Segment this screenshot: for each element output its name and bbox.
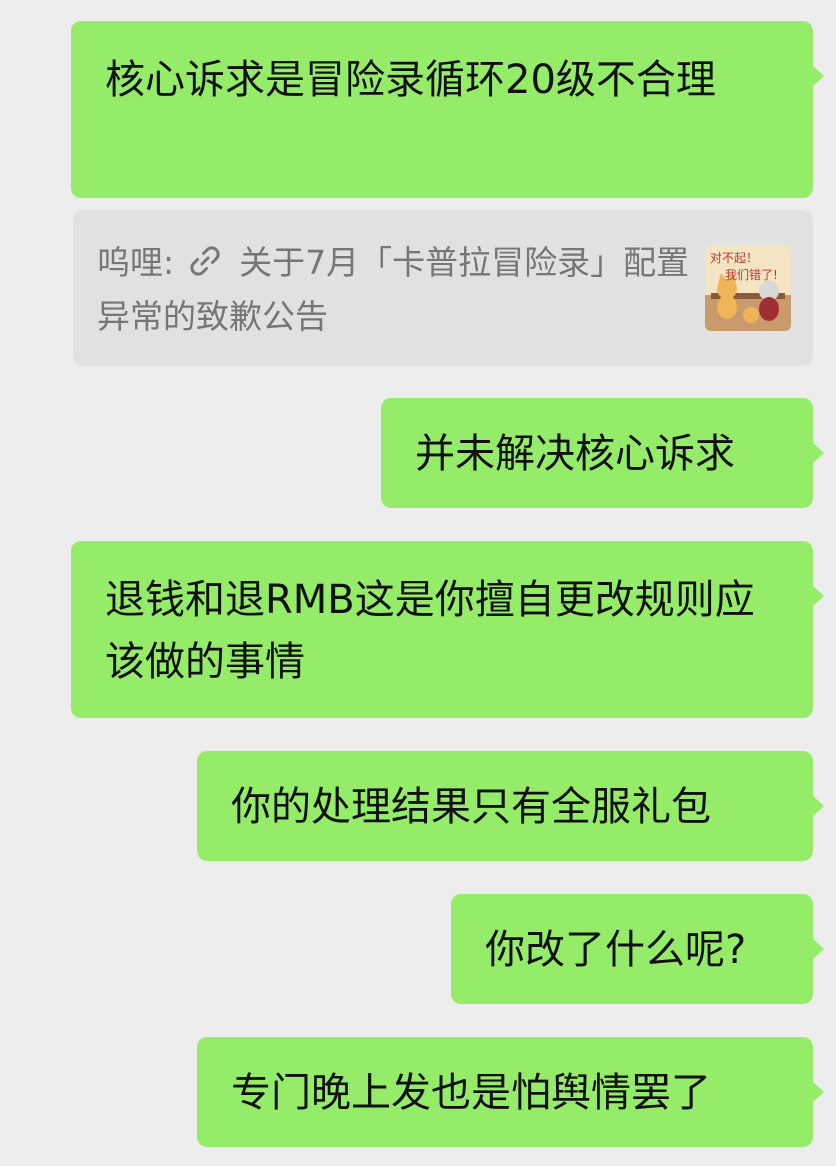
quote-thumbnail: 对不起！ 我们错了! <box>705 245 791 331</box>
message-text: 退钱和退RMB这是你擅自更改规则应该做的事情 <box>105 577 755 685</box>
message-text: 专门晚上发也是怕舆情罢了 <box>231 1070 711 1116</box>
thumbnail-caption-2: 我们错了! <box>725 267 778 282</box>
thumbnail-caption-1: 对不起！ <box>710 251 758 265</box>
link-icon <box>190 246 220 276</box>
quoted-link-message[interactable]: 呜哩: 关于7月「卡普拉冒险录」配置异常的致歉公告 对不起！ 我们错了! <box>73 210 813 366</box>
message-bubble[interactable]: 你的处理结果只有全服礼包 <box>197 751 824 861</box>
message-text: 你的处理结果只有全服礼包 <box>231 784 711 830</box>
quote-sender: 呜哩: <box>97 243 175 282</box>
message-text: 你改了什么呢? <box>485 927 747 973</box>
message-bubble[interactable]: 你改了什么呢? <box>451 894 824 1004</box>
message-text: 并未解决核心诉求 <box>415 431 735 477</box>
message-text: 核心诉求是冒险录循环20级不合理 <box>105 57 716 103</box>
message-bubble[interactable]: 退钱和退RMB这是你擅自更改规则应该做的事情 <box>71 541 824 718</box>
message-bubble[interactable]: 核心诉求是冒险录循环20级不合理 <box>71 21 824 198</box>
quote-text: 呜哩: 关于7月「卡普拉冒险录」配置异常的致歉公告 <box>97 236 697 344</box>
message-bubble[interactable]: 并未解决核心诉求 <box>381 398 824 508</box>
cartoon-image: 对不起！ 我们错了! <box>705 245 791 331</box>
message-bubble[interactable]: 专门晚上发也是怕舆情罢了 <box>197 1037 824 1147</box>
